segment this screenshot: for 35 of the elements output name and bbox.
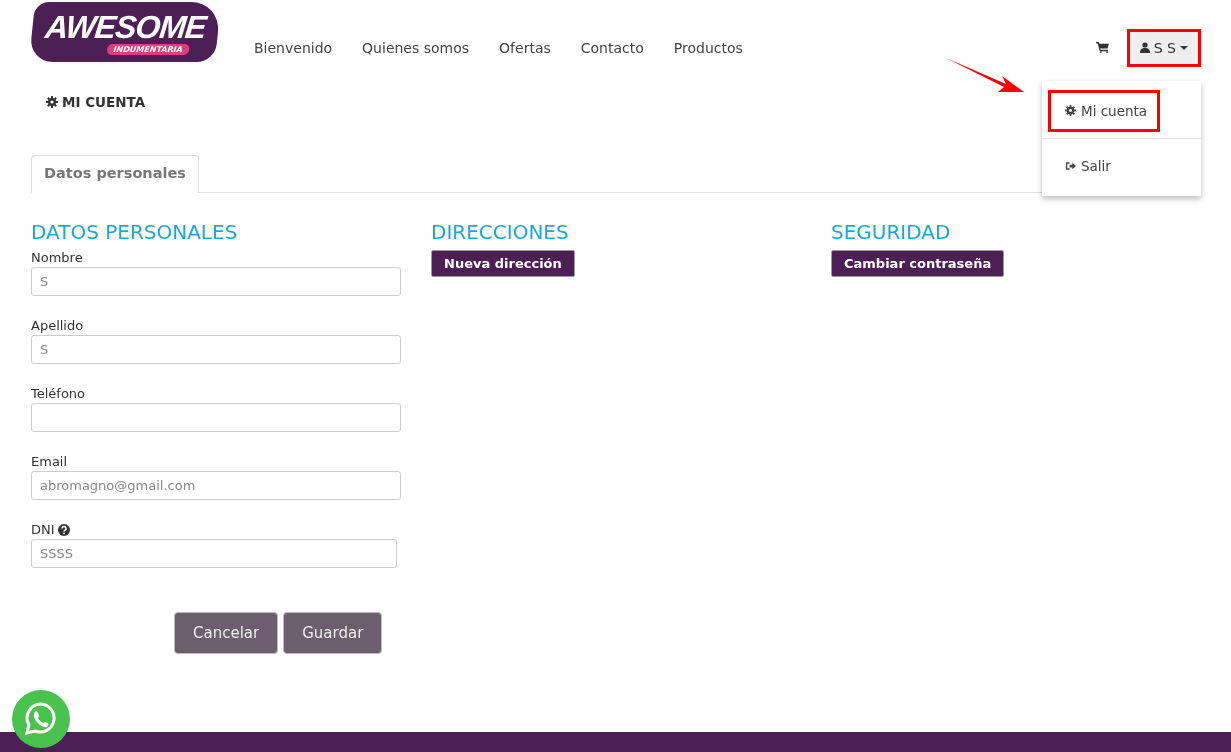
logo-title: AWESOME [43,9,208,43]
change-password-button[interactable]: Cambiar contraseña [831,250,1005,277]
field-label: Nombre [31,250,83,265]
nav-link[interactable]: Bienvenido [254,39,333,56]
nav-link[interactable]: Contacto [580,39,644,56]
chat-icon[interactable] [12,690,70,748]
field-label: Teléfono [31,386,86,401]
user-icon [1139,42,1150,53]
section-heading: DATOS PERSONALES [31,220,238,244]
input-field[interactable]: abromagno@gmail.com [31,471,401,500]
field-label: DNI [31,522,55,537]
input-field[interactable]: S [31,267,401,296]
logout-icon [1065,160,1076,171]
cart-icon[interactable] [1095,42,1109,53]
nav-link[interactable]: Quienes somos [362,39,470,56]
field-label: Apellido [31,318,84,333]
field-label: Email [31,454,68,469]
caret-icon [1180,45,1188,50]
menu-item[interactable]: Salir [1048,144,1124,187]
gear-icon [1065,105,1076,116]
input-field[interactable] [31,403,401,432]
section-heading: SEGURIDAD [831,220,951,244]
tab[interactable]: Datos personales [31,155,199,193]
nav-link[interactable]: Ofertas [499,39,551,56]
nav-link[interactable]: Productos [673,39,743,56]
user-menu-button[interactable]: S S [1126,28,1201,67]
input-field[interactable]: S [31,335,401,364]
form-button[interactable]: Guardar [283,612,383,654]
gear-icon [46,96,58,108]
new-address-button[interactable]: Nueva dirección [431,250,575,277]
logo-subtitle: INDUMENTARIA [107,43,190,54]
help-icon[interactable] [57,523,70,536]
input-field[interactable]: SSSS [31,539,397,568]
form-button[interactable]: Cancelar [174,612,279,654]
section-heading: DIRECCIONES [431,220,569,244]
